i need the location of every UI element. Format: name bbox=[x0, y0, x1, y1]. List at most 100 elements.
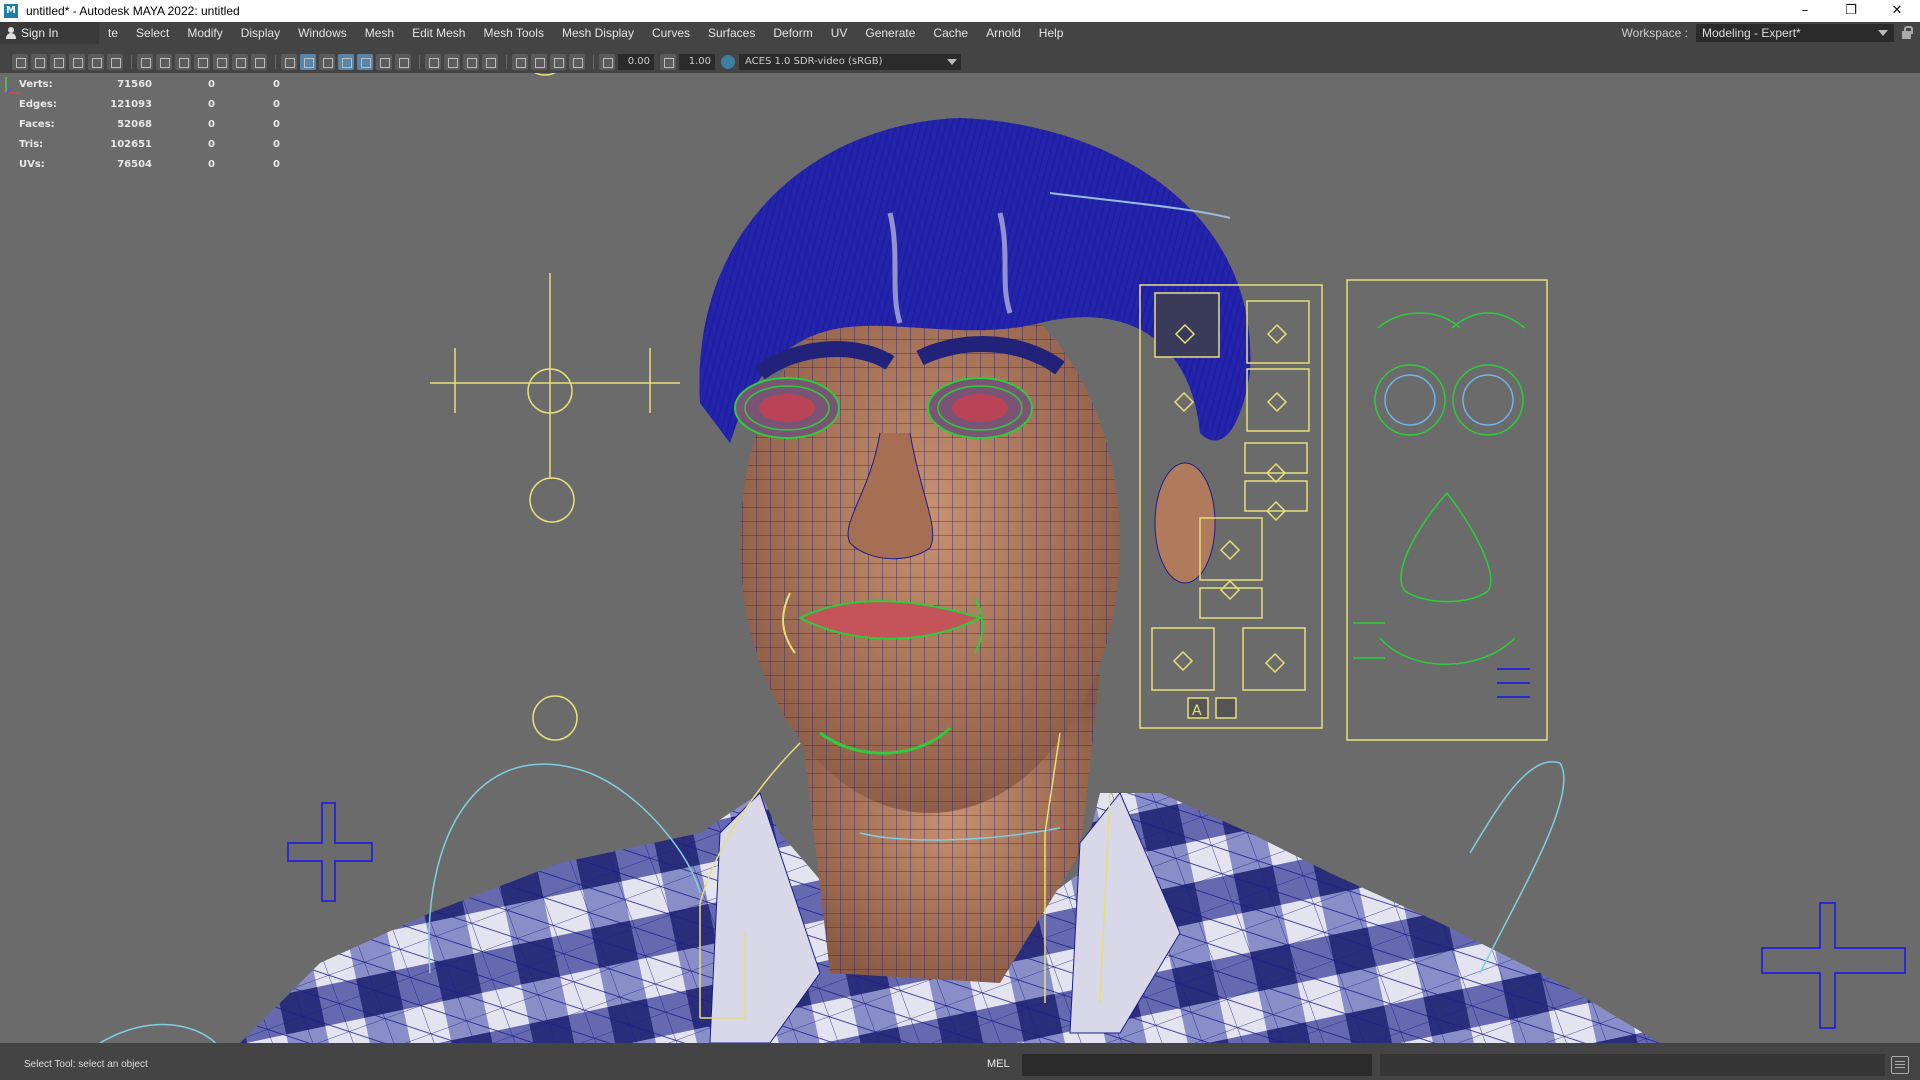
gamma-field[interactable]: 1.00 bbox=[679, 54, 715, 70]
hud-label: Tris: bbox=[19, 138, 44, 150]
hud-value: 52068 bbox=[117, 118, 152, 130]
hud-row-uvs: UVs: 76504 0 0 bbox=[19, 154, 280, 174]
hud-row-verts: Verts: 71560 0 0 bbox=[19, 74, 280, 94]
exposure-field[interactable]: 0.00 bbox=[618, 54, 654, 70]
menu-modify[interactable]: Modify bbox=[178, 26, 231, 40]
hud-value: 0 bbox=[208, 78, 215, 90]
workspace-area: Workspace : Modeling - Expert* bbox=[1622, 22, 1920, 44]
window-controls: – ❐ ✕ bbox=[1782, 0, 1920, 22]
menu-edit-mesh[interactable]: Edit Mesh bbox=[403, 26, 474, 40]
command-language-toggle[interactable]: MEL bbox=[987, 1058, 1010, 1070]
hud-value: 76504 bbox=[117, 158, 152, 170]
hud-value: 0 bbox=[208, 98, 215, 110]
shadows-icon[interactable] bbox=[395, 54, 411, 70]
shoulder-curve-right bbox=[1469, 760, 1565, 974]
chest-controller bbox=[532, 695, 578, 741]
menu-generate[interactable]: Generate bbox=[856, 26, 924, 40]
menu-item-partial[interactable]: te bbox=[99, 26, 127, 40]
script-editor-icon[interactable] bbox=[1891, 1056, 1909, 1074]
command-result-field bbox=[1380, 1054, 1885, 1076]
close-icon[interactable]: ✕ bbox=[1874, 0, 1920, 22]
grease-pencil-icon[interactable] bbox=[88, 54, 104, 70]
smooth-shade-icon[interactable] bbox=[300, 54, 316, 70]
xray-joints-icon[interactable] bbox=[550, 54, 566, 70]
sign-in-button[interactable]: Sign In bbox=[0, 22, 99, 44]
menu-arnold[interactable]: Arnold bbox=[977, 26, 1030, 40]
minimize-icon[interactable]: – bbox=[1782, 0, 1828, 22]
xray-icon[interactable] bbox=[531, 54, 547, 70]
gamma-icon[interactable] bbox=[660, 54, 676, 70]
menu-display[interactable]: Display bbox=[232, 26, 289, 40]
menu-uv[interactable]: UV bbox=[822, 26, 857, 40]
bookmark-icon[interactable] bbox=[50, 54, 66, 70]
xray-active-icon[interactable] bbox=[569, 54, 585, 70]
hud-value: 71560 bbox=[117, 78, 152, 90]
workspace-dropdown[interactable]: Modeling - Expert* bbox=[1696, 24, 1894, 42]
facial-control-panel-2 bbox=[1346, 279, 1548, 741]
hud-value: 0 bbox=[208, 158, 215, 170]
menu-select[interactable]: Select bbox=[127, 26, 178, 40]
left-arm-ik-controller bbox=[287, 802, 373, 902]
face-panel-label: A bbox=[1192, 703, 1202, 719]
main-menubar: Sign In te Select Modify Display Windows… bbox=[0, 22, 1920, 44]
exposure-icon[interactable] bbox=[599, 54, 615, 70]
menu-help[interactable]: Help bbox=[1030, 26, 1073, 40]
image-plane-icon[interactable] bbox=[69, 54, 85, 70]
wireframe-on-shaded-icon[interactable] bbox=[338, 54, 354, 70]
restore-icon[interactable]: ❐ bbox=[1828, 0, 1874, 22]
hud-row-tris: Tris: 102651 0 0 bbox=[19, 134, 280, 154]
menu-deform[interactable]: Deform bbox=[764, 26, 821, 40]
persp-viewport[interactable]: A persp bbox=[0, 73, 1920, 1043]
camera-select-icon[interactable] bbox=[12, 54, 28, 70]
hud-value: 0 bbox=[273, 138, 280, 150]
anti-aliasing-icon[interactable] bbox=[463, 54, 479, 70]
hud-row-faces: Faces: 52068 0 0 bbox=[19, 114, 280, 134]
help-line: Select Tool: select an object bbox=[24, 1059, 148, 1070]
menu-surfaces[interactable]: Surfaces bbox=[699, 26, 764, 40]
grid-icon[interactable] bbox=[137, 54, 153, 70]
textured-icon[interactable] bbox=[357, 54, 373, 70]
default-material-icon[interactable] bbox=[319, 54, 335, 70]
motion-blur-icon[interactable] bbox=[444, 54, 460, 70]
poly-count-hud: Verts: 71560 0 0 Edges: 121093 0 0 Faces… bbox=[19, 74, 280, 174]
isolate-select-icon[interactable] bbox=[512, 54, 528, 70]
resolution-gate-icon[interactable] bbox=[175, 54, 191, 70]
ambient-occlusion-icon[interactable] bbox=[425, 54, 441, 70]
left-eye bbox=[734, 377, 840, 439]
hud-value: 0 bbox=[208, 118, 215, 130]
hud-value: 0 bbox=[208, 138, 215, 150]
command-line-input[interactable] bbox=[1022, 1054, 1372, 1076]
safe-action-icon[interactable] bbox=[232, 54, 248, 70]
wireframe-icon[interactable] bbox=[281, 54, 297, 70]
menu-curves[interactable]: Curves bbox=[643, 26, 699, 40]
sign-in-label: Sign In bbox=[21, 26, 59, 40]
menu-mesh-tools[interactable]: Mesh Tools bbox=[474, 26, 552, 40]
title-bar: M untitled* - Autodesk MAYA 2022: untitl… bbox=[0, 0, 1920, 22]
right-eye bbox=[927, 377, 1033, 439]
menu-mesh-display[interactable]: Mesh Display bbox=[553, 26, 643, 40]
head-aim-controller bbox=[430, 273, 680, 523]
menu-items: te Select Modify Display Windows Mesh Ed… bbox=[99, 26, 1072, 40]
film-gate-icon[interactable] bbox=[156, 54, 172, 70]
user-icon bbox=[6, 27, 16, 39]
workspace-label: Workspace : bbox=[1621, 26, 1688, 40]
hud-value: 102651 bbox=[110, 138, 152, 150]
depth-of-field-icon[interactable] bbox=[482, 54, 498, 70]
twod-pan-zoom-icon[interactable] bbox=[107, 54, 123, 70]
camera-attributes-icon[interactable] bbox=[31, 54, 47, 70]
hud-value: 0 bbox=[273, 118, 280, 130]
hud-row-edges: Edges: 121093 0 0 bbox=[19, 94, 280, 114]
lock-icon[interactable] bbox=[1894, 22, 1920, 44]
menu-windows[interactable]: Windows bbox=[289, 26, 356, 40]
field-chart-icon[interactable] bbox=[213, 54, 229, 70]
view-transform-dropdown[interactable]: ACES 1.0 SDR-video (sRGB) bbox=[739, 54, 961, 70]
right-arm-ik-controller bbox=[1761, 902, 1906, 1029]
lighting-icon[interactable] bbox=[376, 54, 392, 70]
safe-title-icon[interactable] bbox=[251, 54, 267, 70]
maya-app-icon: M bbox=[4, 4, 18, 18]
menu-cache[interactable]: Cache bbox=[924, 26, 977, 40]
color-management-icon[interactable] bbox=[721, 55, 735, 69]
gate-mask-icon[interactable] bbox=[194, 54, 210, 70]
hud-value: 0 bbox=[273, 78, 280, 90]
menu-mesh[interactable]: Mesh bbox=[356, 26, 403, 40]
